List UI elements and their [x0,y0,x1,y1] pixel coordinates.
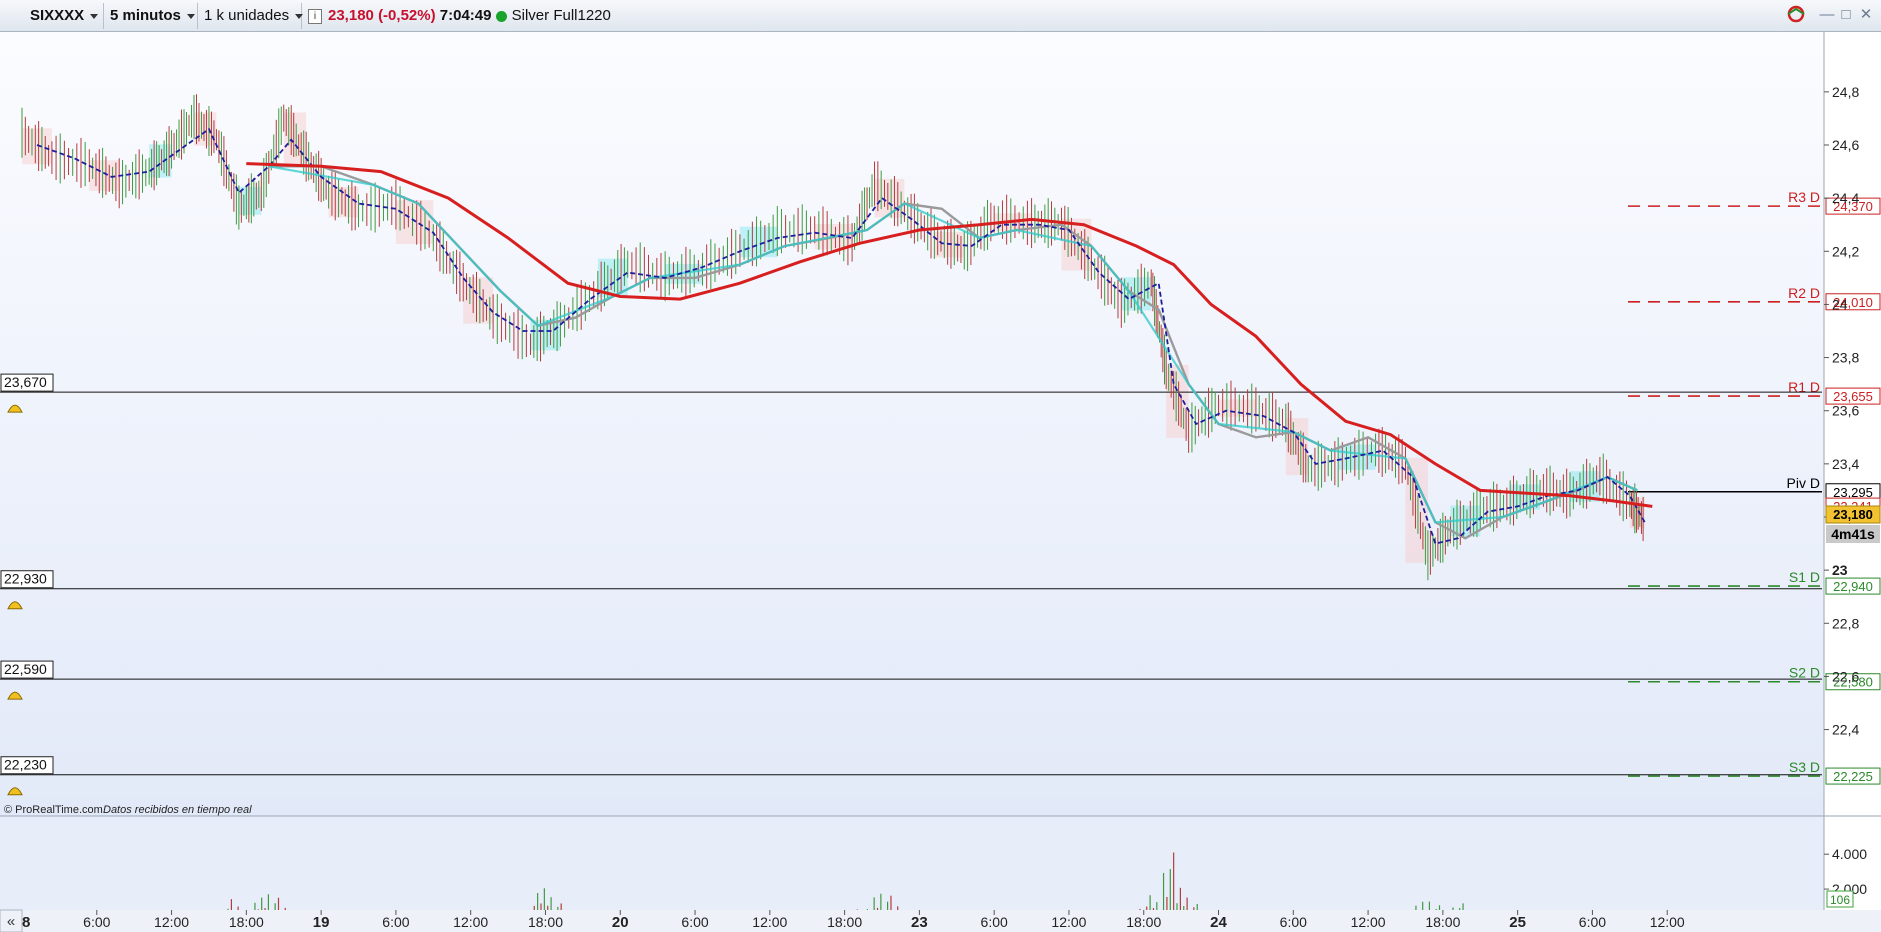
time-tick-label: 18:00 [1126,914,1161,930]
time-tick-label: 12:00 [453,914,488,930]
price-change: (-0,52%) [378,7,436,24]
instrument-label: SIXXXX [30,7,85,24]
time-tick-label: 6:00 [83,914,110,930]
chevron-down-icon [186,13,195,19]
time-tick-label: 12:00 [1051,914,1086,930]
pivot-level-name: S2 D [1789,665,1820,681]
cloud-segment [395,200,434,244]
time-tick-label: 6:00 [1579,914,1606,930]
volume-value-box: 106 [1826,890,1854,908]
cloud-segment [874,178,905,218]
pivot-level-value: 22,225 [1833,769,1873,784]
price-tick-label: 24,8 [1832,84,1859,100]
day-tick-label: 23 [911,914,928,931]
day-tick-label: 19 [313,914,330,931]
cloud-segment [328,186,359,218]
price-tick-label: 22,4 [1832,722,1859,738]
price-chart[interactable]: R3 D24,370R2 D24,010R1 D23,655Piv D23,29… [0,32,1881,932]
maximize-icon[interactable]: □ [1836,5,1856,25]
timeframe-label: 5 minutos [110,7,181,24]
time-axis: 186:0012:0018:00196:0012:0018:00206:0012… [0,910,1881,932]
alert-value-label: 23,670 [4,374,47,390]
countdown-label: 4m41s [1831,526,1875,542]
copyright-text: © ProRealTime.com [4,804,103,816]
units-label: 1 k unidades [204,7,290,24]
close-icon[interactable]: ✕ [1856,5,1876,25]
cloud-segment [1338,444,1376,470]
price-tick-label: 24,4 [1832,190,1859,206]
cloud-segment [22,128,52,165]
chevron-down-icon [90,13,99,19]
day-tick-label: 20 [612,914,629,931]
pivot-level-name: R3 D [1788,189,1820,205]
scroll-left-button[interactable]: « [0,909,23,932]
alert-value-label: 22,930 [4,571,47,587]
sync-icon[interactable] [1785,5,1805,25]
day-tick-label: 25 [1509,914,1526,931]
cloud-segment [283,112,307,165]
time-tick-label: 6:00 [681,914,708,930]
cloud-segment [463,277,494,324]
alert-value-label: 22,590 [4,661,47,677]
price-tick-label: 24 [1832,296,1848,312]
toolbar: SIXXXX 5 minutos 1 k unidades i 23,180 (-… [0,0,1881,32]
time-tick-label: 18:00 [1425,914,1460,930]
realtime-note: Datos recibidos en tiempo real [103,804,252,816]
pivot-level-name: S3 D [1789,759,1820,775]
time-tick-label: 18:00 [229,914,264,930]
time-tick-label: 18:00 [528,914,563,930]
time-tick-label: 6:00 [981,914,1008,930]
price-tick-label: 22,8 [1832,615,1859,631]
units-selector[interactable]: 1 k unidades [198,3,304,29]
day-tick-label: 24 [1210,914,1227,931]
double-chevron-left-icon[interactable]: « [7,913,15,930]
pivot-level-name: Piv D [1787,475,1820,491]
time-tick-label: 12:00 [1650,914,1685,930]
volume-tick-label: 4.000 [1832,846,1867,862]
price-tick-label: 23,4 [1832,456,1859,472]
price-tick-label: 22,6 [1832,668,1859,684]
cloud-segment [89,160,120,191]
pivot-level-value: 22,940 [1833,579,1873,594]
pivot-level-name: R1 D [1788,379,1820,395]
time-tick-label: 12:00 [154,914,189,930]
right-axis-background [1824,32,1881,932]
quote-info: i 23,180 (-0,52%) 7:04:49 Silver Full1220 [302,3,632,29]
pivot-level-name: R2 D [1788,285,1820,301]
cloud-segment [149,144,172,178]
timeframe-selector[interactable]: 5 minutos [104,3,198,29]
footer-note: © ProRealTime.com Datos recibidos en tie… [4,804,252,816]
cloud-segment [1121,277,1152,311]
alert-value-label: 22,230 [4,757,47,773]
minimize-icon[interactable]: — [1817,5,1837,25]
time-tick-label: 12:00 [1351,914,1386,930]
data-feed-label: Silver Full1220 [511,7,611,24]
cloud-segment [1285,418,1309,476]
price-tick-label: 24,2 [1832,243,1859,259]
price-tick-label: 24,6 [1832,137,1859,153]
instrument-selector[interactable]: SIXXXX [24,3,104,29]
price-tick-label: 23,6 [1832,403,1859,419]
time-tick-label: 6:00 [1280,914,1307,930]
price-tick-label: 23,8 [1832,350,1859,366]
price-tick-label: 23 [1832,562,1848,578]
connection-status-icon [495,10,507,22]
cloud-segment [194,112,217,146]
volume-value-label: 106 [1830,893,1850,907]
time-tick-label: 6:00 [382,914,409,930]
last-price: 23,180 [328,7,374,24]
quote-time: 7:04:49 [439,7,492,24]
info-icon[interactable]: i [308,8,322,24]
time-tick-label: 18:00 [827,914,862,930]
pivot-level-name: S1 D [1789,569,1820,585]
time-tick-label: 12:00 [752,914,787,930]
pivot-level-value: 23,295 [1833,485,1873,500]
current-price-label: 23,180 [1833,507,1873,522]
